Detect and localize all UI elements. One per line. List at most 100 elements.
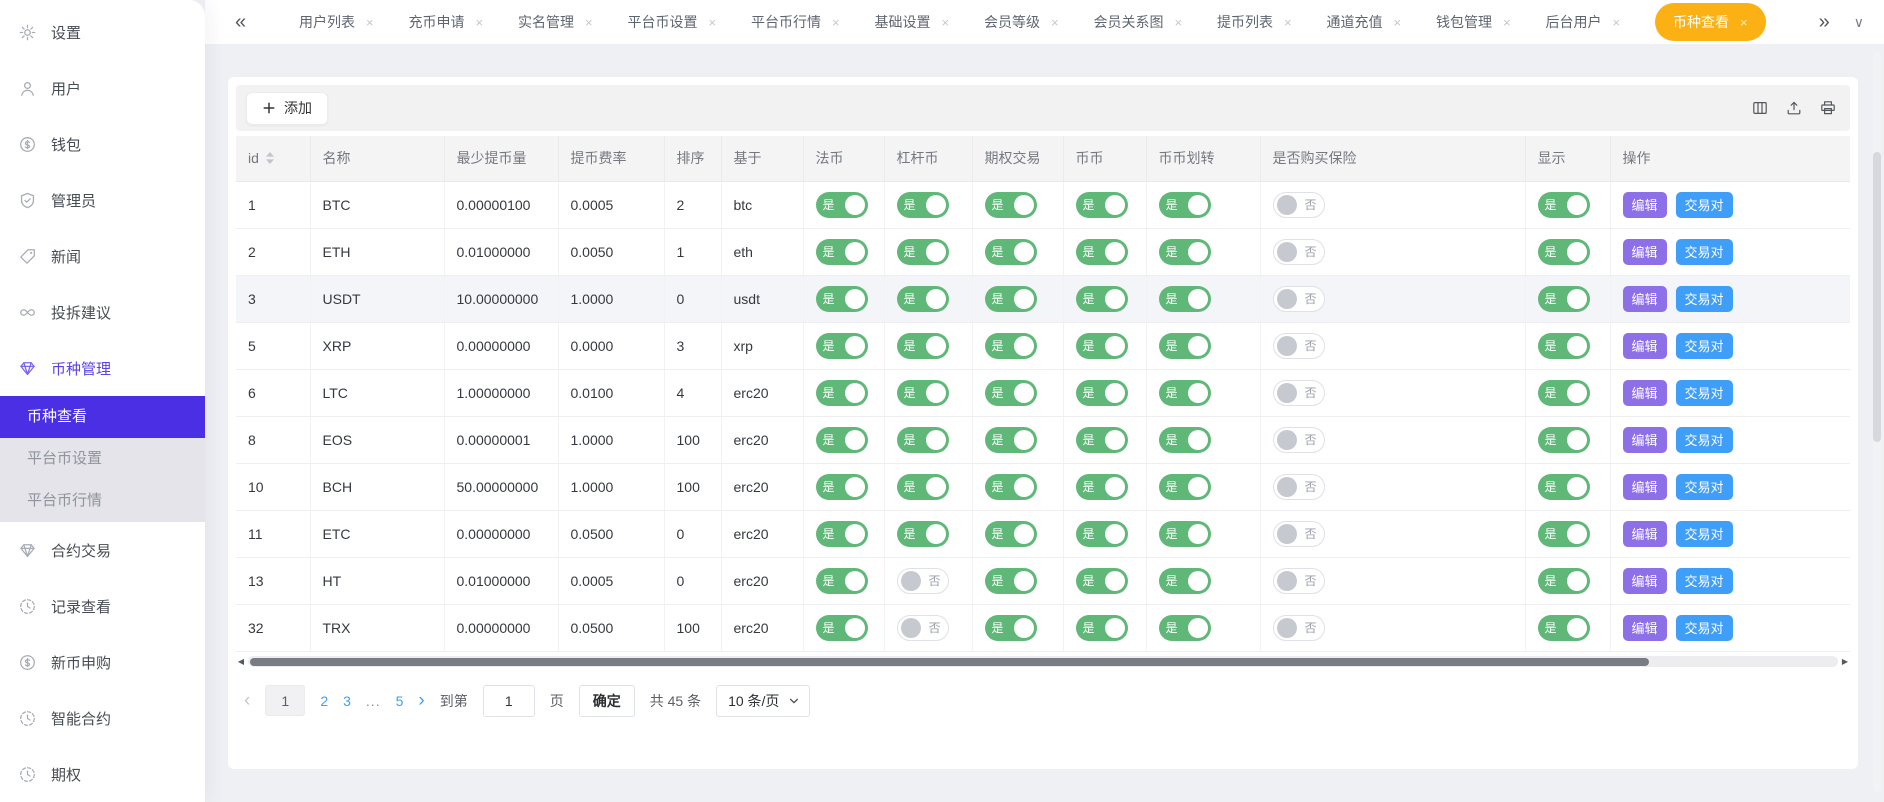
columns-grid-button[interactable]	[1750, 98, 1770, 118]
fiat-toggle-on[interactable]: 是	[816, 286, 868, 312]
trading-pair-button[interactable]: 交易对	[1676, 427, 1733, 453]
sidebar-subitem-platform-coin-settings[interactable]: 平台币设置	[0, 438, 205, 480]
edit-button[interactable]: 编辑	[1623, 615, 1667, 641]
visible-toggle-on[interactable]: 是	[1538, 333, 1590, 359]
coin-toggle-on[interactable]: 是	[1076, 286, 1128, 312]
sidebar-item-smart-contract[interactable]: 智能合约	[0, 690, 205, 746]
options-toggle-on[interactable]: 是	[985, 568, 1037, 594]
page-jump-input[interactable]	[483, 685, 535, 717]
page-number-current[interactable]: 1	[265, 685, 305, 716]
coin-toggle-on[interactable]: 是	[1076, 333, 1128, 359]
edit-button[interactable]: 编辑	[1623, 333, 1667, 359]
horizontal-scrollbar-track[interactable]	[248, 656, 1838, 667]
options-toggle-on[interactable]: 是	[985, 427, 1037, 453]
leverage-toggle-on[interactable]: 是	[897, 286, 949, 312]
coin-toggle-on[interactable]: 是	[1076, 474, 1128, 500]
trading-pair-button[interactable]: 交易对	[1676, 380, 1733, 406]
leverage-toggle-off[interactable]: 否	[897, 568, 949, 594]
leverage-toggle-on[interactable]: 是	[897, 474, 949, 500]
insurance-toggle-off[interactable]: 否	[1273, 286, 1325, 312]
coin-toggle-on[interactable]: 是	[1076, 239, 1128, 265]
trading-pair-button[interactable]: 交易对	[1676, 521, 1733, 547]
visible-toggle-on[interactable]: 是	[1538, 474, 1590, 500]
trading-pair-button[interactable]: 交易对	[1676, 286, 1733, 312]
tab-withdraw-list[interactable]: 提币列表×	[1217, 12, 1292, 32]
leverage-toggle-on[interactable]: 是	[897, 521, 949, 547]
transfer-toggle-on[interactable]: 是	[1159, 380, 1211, 406]
fiat-toggle-on[interactable]: 是	[816, 427, 868, 453]
edit-button[interactable]: 编辑	[1623, 192, 1667, 218]
insurance-toggle-off[interactable]: 否	[1273, 427, 1325, 453]
trading-pair-button[interactable]: 交易对	[1676, 239, 1733, 265]
tab-close-icon[interactable]: ×	[366, 16, 374, 29]
fiat-toggle-on[interactable]: 是	[816, 474, 868, 500]
insurance-toggle-off[interactable]: 否	[1273, 521, 1325, 547]
edit-button[interactable]: 编辑	[1623, 568, 1667, 594]
page-number-link[interactable]: 5	[396, 693, 404, 709]
trading-pair-button[interactable]: 交易对	[1676, 615, 1733, 641]
sidebar-subitem-platform-coin-market[interactable]: 平台币行情	[0, 480, 205, 522]
tab-user-list[interactable]: 用户列表×	[299, 12, 374, 32]
sidebar-item-options[interactable]: 期权	[0, 746, 205, 802]
tab-close-icon[interactable]: ×	[832, 16, 840, 29]
export-button[interactable]	[1784, 98, 1804, 118]
sidebar-item-contract-trade[interactable]: 合约交易	[0, 522, 205, 578]
edit-button[interactable]: 编辑	[1623, 474, 1667, 500]
tab-member-level[interactable]: 会员等级×	[984, 12, 1059, 32]
page-number-link[interactable]: 2	[320, 693, 328, 709]
transfer-toggle-on[interactable]: 是	[1159, 286, 1211, 312]
options-toggle-on[interactable]: 是	[985, 380, 1037, 406]
sidebar-item-users[interactable]: 用户	[0, 60, 205, 116]
options-toggle-on[interactable]: 是	[985, 239, 1037, 265]
edit-button[interactable]: 编辑	[1623, 521, 1667, 547]
fiat-toggle-on[interactable]: 是	[816, 568, 868, 594]
next-page-icon[interactable]: ›	[418, 691, 424, 710]
tab-platform-coin-market[interactable]: 平台币行情×	[751, 12, 840, 32]
visible-toggle-on[interactable]: 是	[1538, 192, 1590, 218]
visible-toggle-on[interactable]: 是	[1538, 568, 1590, 594]
page-scrollbar-thumb[interactable]	[1873, 152, 1881, 442]
visible-toggle-on[interactable]: 是	[1538, 380, 1590, 406]
edit-button[interactable]: 编辑	[1623, 427, 1667, 453]
coin-toggle-on[interactable]: 是	[1076, 380, 1128, 406]
trading-pair-button[interactable]: 交易对	[1676, 474, 1733, 500]
trading-pair-button[interactable]: 交易对	[1676, 333, 1733, 359]
fiat-toggle-on[interactable]: 是	[816, 192, 868, 218]
tab-coin-view[interactable]: 币种查看×	[1655, 3, 1766, 41]
tab-deposit-apply[interactable]: 充币申请×	[409, 12, 484, 32]
horizontal-scrollbar-thumb[interactable]	[250, 658, 1649, 666]
sidebar-item-wallet[interactable]: 钱包	[0, 116, 205, 172]
insurance-toggle-off[interactable]: 否	[1273, 192, 1325, 218]
leverage-toggle-on[interactable]: 是	[897, 239, 949, 265]
trading-pair-button[interactable]: 交易对	[1676, 568, 1733, 594]
fiat-toggle-on[interactable]: 是	[816, 333, 868, 359]
page-size-select[interactable]: 10 条/页	[716, 685, 810, 717]
edit-button[interactable]: 编辑	[1623, 380, 1667, 406]
tab-close-icon[interactable]: ×	[1613, 16, 1621, 29]
tabs-scroll-right-icon[interactable]: »	[1819, 12, 1830, 32]
tabs-collapse-icon[interactable]: ∨	[1848, 14, 1870, 31]
options-toggle-on[interactable]: 是	[985, 286, 1037, 312]
tab-close-icon[interactable]: ×	[709, 16, 717, 29]
sort-icon[interactable]	[265, 151, 275, 165]
tab-member-relation-map[interactable]: 会员关系图×	[1094, 12, 1183, 32]
tab-close-icon[interactable]: ×	[476, 16, 484, 29]
options-toggle-on[interactable]: 是	[985, 192, 1037, 218]
transfer-toggle-on[interactable]: 是	[1159, 333, 1211, 359]
tab-channel-recharge[interactable]: 通道充值×	[1327, 12, 1402, 32]
insurance-toggle-off[interactable]: 否	[1273, 380, 1325, 406]
scroll-right-arrow-icon[interactable]: ▶	[1840, 658, 1850, 666]
transfer-toggle-on[interactable]: 是	[1159, 427, 1211, 453]
leverage-toggle-off[interactable]: 否	[897, 615, 949, 641]
leverage-toggle-on[interactable]: 是	[897, 333, 949, 359]
tab-close-icon[interactable]: ×	[1051, 16, 1059, 29]
page-scrollbar[interactable]	[1873, 52, 1881, 792]
coin-toggle-on[interactable]: 是	[1076, 521, 1128, 547]
transfer-toggle-on[interactable]: 是	[1159, 192, 1211, 218]
insurance-toggle-off[interactable]: 否	[1273, 239, 1325, 265]
transfer-toggle-on[interactable]: 是	[1159, 239, 1211, 265]
transfer-toggle-on[interactable]: 是	[1159, 474, 1211, 500]
sidebar-subitem-coin-view[interactable]: 币种查看	[0, 396, 205, 438]
transfer-toggle-on[interactable]: 是	[1159, 521, 1211, 547]
options-toggle-on[interactable]: 是	[985, 333, 1037, 359]
